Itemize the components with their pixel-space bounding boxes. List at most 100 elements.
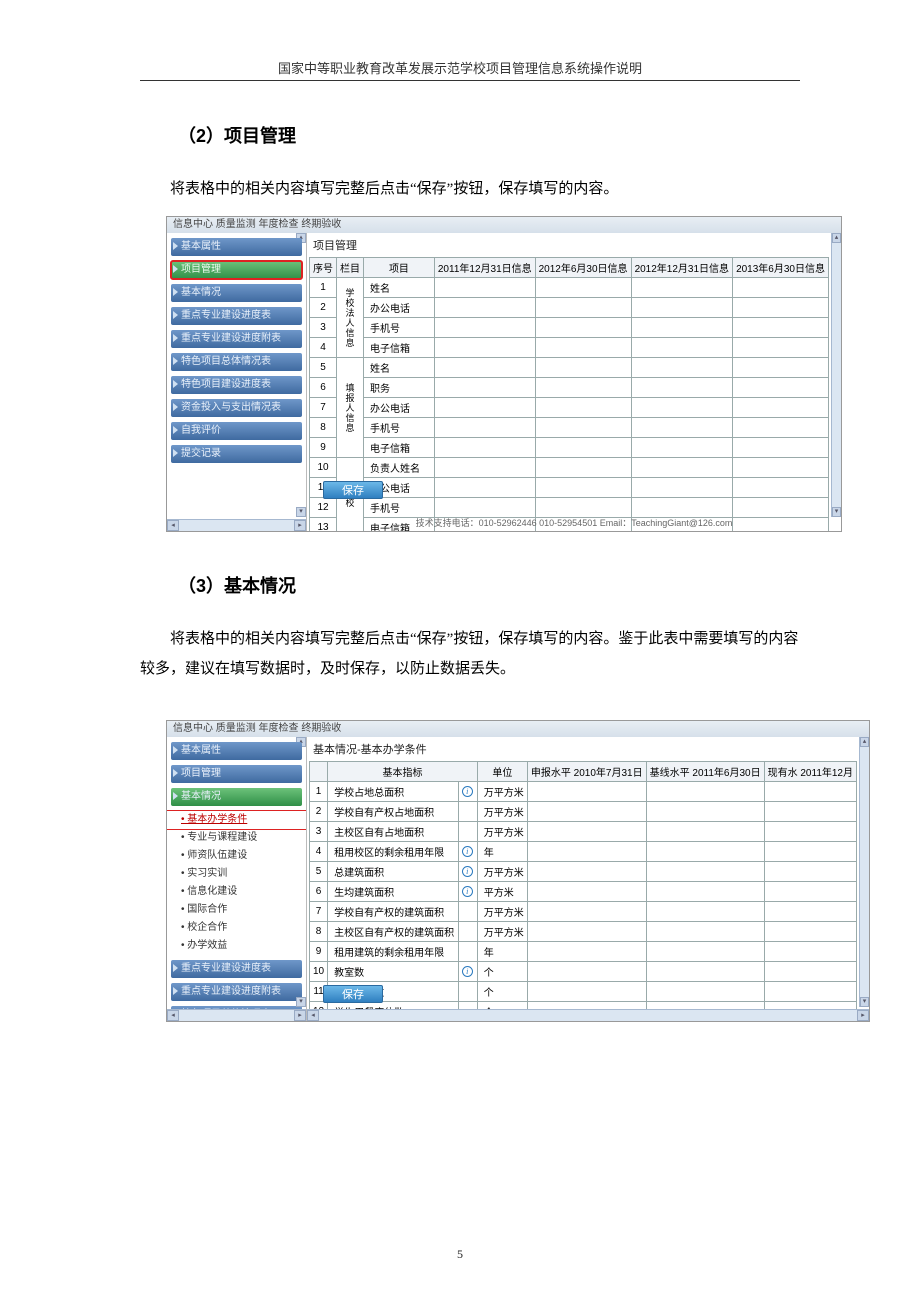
value-cell[interactable] xyxy=(434,478,535,498)
hscroll-right[interactable]: ▸ xyxy=(294,520,306,531)
value-cell[interactable] xyxy=(764,982,856,1002)
value-cell[interactable] xyxy=(527,822,646,842)
info-cell[interactable]: i xyxy=(458,962,477,982)
sidebar-item[interactable]: 重点专业建设进度表 xyxy=(171,960,302,978)
value-cell[interactable] xyxy=(646,902,764,922)
sidebar-subitem[interactable]: • 校企合作 xyxy=(167,919,306,937)
value-cell[interactable] xyxy=(434,398,535,418)
save-button-2[interactable]: 保存 xyxy=(323,985,383,1003)
info-icon[interactable]: i xyxy=(462,886,473,897)
sidebar-scroll-down[interactable]: ▾ xyxy=(296,507,306,517)
info-icon[interactable]: i xyxy=(462,846,473,857)
value-cell[interactable] xyxy=(646,782,764,802)
sidebar-subitem[interactable]: • 信息化建设 xyxy=(167,883,306,901)
value-cell[interactable] xyxy=(631,498,733,518)
value-cell[interactable] xyxy=(434,278,535,298)
info-cell[interactable]: i xyxy=(458,782,477,802)
value-cell[interactable] xyxy=(434,378,535,398)
value-cell[interactable] xyxy=(527,942,646,962)
sidebar-subitem[interactable]: • 办学效益 xyxy=(167,937,306,955)
sidebar-item[interactable]: 基本属性 xyxy=(171,742,302,760)
value-cell[interactable] xyxy=(434,298,535,318)
sidebar-subitem[interactable]: • 专业与课程建设 xyxy=(167,829,306,847)
value-cell[interactable] xyxy=(733,478,829,498)
value-cell[interactable] xyxy=(535,478,631,498)
value-cell[interactable] xyxy=(733,398,829,418)
value-cell[interactable] xyxy=(646,802,764,822)
info-icon[interactable]: i xyxy=(462,866,473,877)
info-cell[interactable]: i xyxy=(458,842,477,862)
value-cell[interactable] xyxy=(646,982,764,1002)
value-cell[interactable] xyxy=(733,418,829,438)
value-cell[interactable] xyxy=(631,458,733,478)
sidebar-subitem[interactable]: • 实习实训 xyxy=(167,865,306,883)
value-cell[interactable] xyxy=(646,922,764,942)
value-cell[interactable] xyxy=(527,902,646,922)
sidebar-item[interactable]: 项目管理 xyxy=(171,261,302,279)
value-cell[interactable] xyxy=(764,962,856,982)
info-icon[interactable]: i xyxy=(462,966,473,977)
sidebar2-scroll-down[interactable]: ▾ xyxy=(296,997,306,1007)
value-cell[interactable] xyxy=(535,338,631,358)
main-vscroll[interactable]: ▴ ▾ xyxy=(831,233,841,517)
value-cell[interactable] xyxy=(646,882,764,902)
value-cell[interactable] xyxy=(527,982,646,1002)
sidebar-subitem[interactable]: • 基本办学条件 xyxy=(167,811,306,829)
value-cell[interactable] xyxy=(527,782,646,802)
value-cell[interactable] xyxy=(631,278,733,298)
value-cell[interactable] xyxy=(631,298,733,318)
value-cell[interactable] xyxy=(527,842,646,862)
main2-hscroll-right[interactable]: ▸ xyxy=(857,1010,869,1021)
value-cell[interactable] xyxy=(631,318,733,338)
value-cell[interactable] xyxy=(646,942,764,962)
sidebar-item[interactable]: 项目管理 xyxy=(171,765,302,783)
sidebar-item[interactable]: 自我评价 xyxy=(171,422,302,440)
sidebar-item[interactable]: 重点专业建设进度附表 xyxy=(171,983,302,1001)
value-cell[interactable] xyxy=(527,882,646,902)
value-cell[interactable] xyxy=(733,338,829,358)
sidebar-item[interactable]: 特色项目建设进度表 xyxy=(171,376,302,394)
value-cell[interactable] xyxy=(535,378,631,398)
sidebar-subitem[interactable]: • 国际合作 xyxy=(167,901,306,919)
save-button[interactable]: 保存 xyxy=(323,481,383,499)
vscroll2-down[interactable]: ▾ xyxy=(860,997,869,1007)
sidebar-item[interactable]: 提交记录 xyxy=(171,445,302,463)
value-cell[interactable] xyxy=(764,822,856,842)
value-cell[interactable] xyxy=(764,882,856,902)
value-cell[interactable] xyxy=(646,842,764,862)
value-cell[interactable] xyxy=(535,318,631,338)
value-cell[interactable] xyxy=(646,962,764,982)
hscroll-left[interactable]: ◂ xyxy=(167,520,179,531)
value-cell[interactable] xyxy=(535,438,631,458)
main2-hscroll[interactable]: ◂ ▸ xyxy=(307,1009,869,1021)
value-cell[interactable] xyxy=(434,438,535,458)
hscroll2-left[interactable]: ◂ xyxy=(167,1010,179,1021)
value-cell[interactable] xyxy=(434,338,535,358)
sidebar-item[interactable]: 特色项目总体情况表 xyxy=(171,353,302,371)
value-cell[interactable] xyxy=(535,498,631,518)
value-cell[interactable] xyxy=(434,458,535,478)
value-cell[interactable] xyxy=(535,358,631,378)
sidebar-subitem[interactable]: • 师资队伍建设 xyxy=(167,847,306,865)
sidebar-item[interactable]: 基本情况 xyxy=(171,788,302,806)
value-cell[interactable] xyxy=(535,398,631,418)
value-cell[interactable] xyxy=(434,498,535,518)
value-cell[interactable] xyxy=(434,318,535,338)
value-cell[interactable] xyxy=(764,922,856,942)
sidebar-item[interactable]: 基本属性 xyxy=(171,238,302,256)
value-cell[interactable] xyxy=(733,378,829,398)
value-cell[interactable] xyxy=(764,842,856,862)
info-cell[interactable]: i xyxy=(458,862,477,882)
sidebar-item[interactable]: 重点专业建设进度表 xyxy=(171,307,302,325)
value-cell[interactable] xyxy=(631,418,733,438)
value-cell[interactable] xyxy=(733,358,829,378)
sidebar2-hscroll[interactable]: ◂ ▸ xyxy=(167,1009,306,1021)
value-cell[interactable] xyxy=(764,902,856,922)
value-cell[interactable] xyxy=(535,278,631,298)
value-cell[interactable] xyxy=(527,922,646,942)
vscroll2-up[interactable]: ▴ xyxy=(860,737,869,747)
value-cell[interactable] xyxy=(764,782,856,802)
hscroll2-right[interactable]: ▸ xyxy=(294,1010,306,1021)
value-cell[interactable] xyxy=(631,438,733,458)
value-cell[interactable] xyxy=(733,318,829,338)
